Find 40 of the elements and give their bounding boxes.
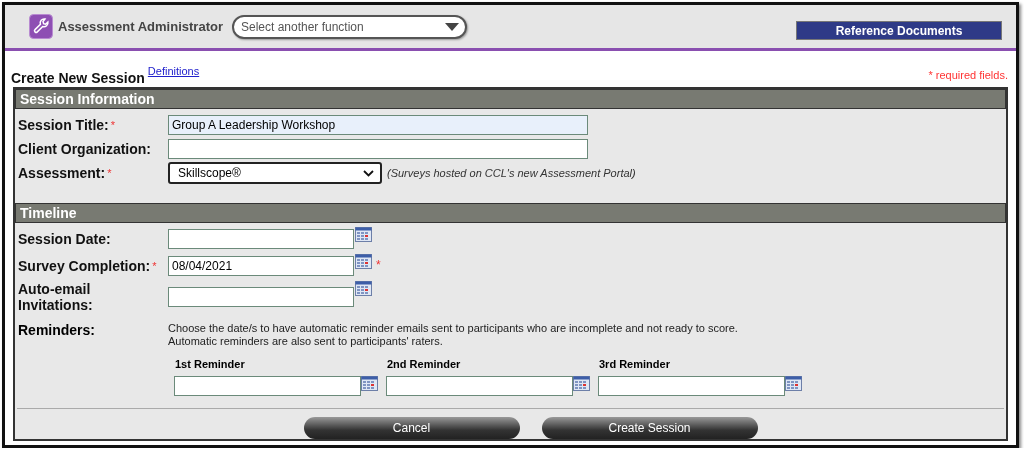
text-field[interactable]: Group A Leadership Workshop bbox=[168, 115, 588, 135]
dropdown-arrow-icon bbox=[444, 22, 459, 31]
date-field[interactable] bbox=[168, 287, 354, 307]
page-title: Create New Session bbox=[11, 70, 145, 86]
required-fields-note: * required fields. bbox=[928, 69, 1008, 81]
date-field[interactable]: 08/04/2021 bbox=[168, 256, 354, 276]
section-heading: Session Information bbox=[15, 89, 1006, 109]
app-title: Assessment Administrator bbox=[58, 19, 223, 35]
date-field[interactable] bbox=[386, 376, 573, 396]
instruction-text: Choose the date/s to have automatic reminder emails sent to participants who are incomplete and not ready to score. bbox=[168, 322, 738, 335]
reminder-label: 3rd Reminder bbox=[599, 358, 671, 370]
action-button[interactable]: Cancel bbox=[303, 417, 520, 439]
definitions-link[interactable]: Definitions bbox=[147, 65, 200, 77]
chevron-down-icon bbox=[363, 169, 374, 177]
text-field[interactable] bbox=[168, 139, 588, 159]
date-field[interactable] bbox=[168, 229, 354, 249]
function-select[interactable]: Select another function bbox=[231, 14, 467, 39]
date-field[interactable] bbox=[174, 376, 361, 396]
field-label: Auto-email Invitations: bbox=[18, 281, 94, 313]
calendar-icon[interactable] bbox=[355, 281, 372, 296]
calendar-icon[interactable] bbox=[573, 376, 590, 391]
reminder-label: 1st Reminder bbox=[175, 358, 246, 370]
wrench-logo-icon bbox=[29, 14, 53, 40]
section-heading: Timeline bbox=[15, 203, 1006, 223]
action-button[interactable]: Create Session bbox=[541, 417, 758, 439]
calendar-icon[interactable] bbox=[785, 376, 802, 391]
select-placeholder: Select another function bbox=[240, 19, 364, 34]
instruction-text: Automatic reminders are also sent to participants' raters. bbox=[168, 335, 444, 348]
calendar-icon[interactable] bbox=[361, 376, 378, 391]
field-label: Reminders: bbox=[18, 322, 97, 340]
field-label: Session Date: bbox=[18, 231, 112, 247]
assessment-note: (Surveys hosted on CCL's new Assessment Portal) bbox=[387, 167, 636, 179]
assessment-select[interactable]: Skillscope® bbox=[168, 162, 382, 184]
required-marker: * bbox=[376, 258, 381, 272]
calendar-icon[interactable] bbox=[355, 227, 372, 242]
date-field[interactable] bbox=[598, 376, 785, 396]
field-label: Client Organization: bbox=[18, 141, 152, 157]
calendar-icon[interactable] bbox=[355, 254, 372, 269]
reference-documents-button[interactable]: Reference Documents bbox=[796, 21, 1002, 41]
reminder-label: 2nd Reminder bbox=[387, 358, 462, 370]
